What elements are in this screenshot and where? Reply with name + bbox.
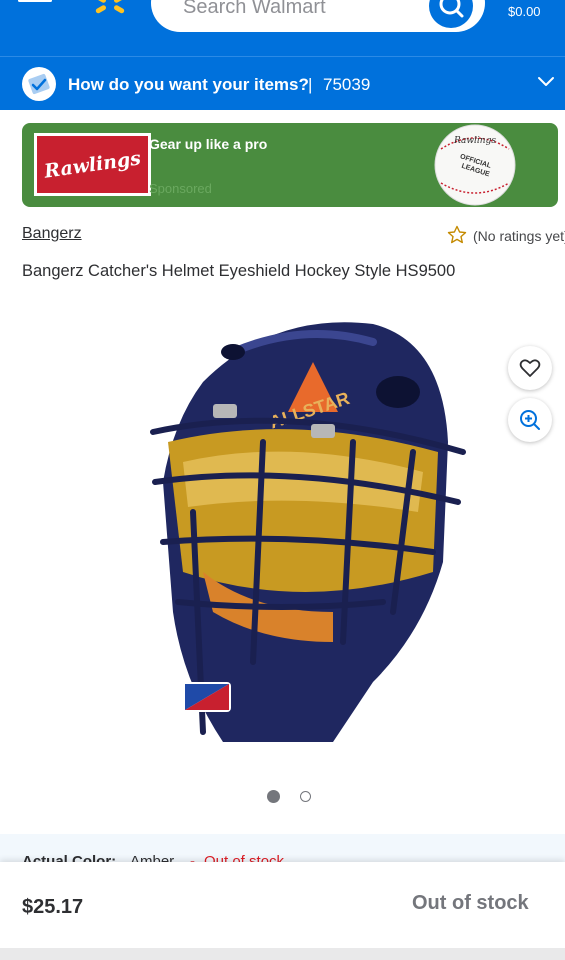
menu-icon[interactable]	[18, 0, 54, 10]
star-icon	[447, 225, 467, 244]
heart-icon	[519, 359, 541, 377]
search-button[interactable]	[429, 0, 473, 28]
carousel-dot-active[interactable]	[267, 790, 280, 803]
cart-total[interactable]: $0.00	[508, 4, 541, 19]
purchase-bar: $25.17 Out of stock	[0, 862, 565, 960]
rawlings-logo: Rawlings	[34, 133, 151, 196]
delivery-separator: |	[308, 75, 313, 94]
delivery-zip: 75039	[323, 75, 371, 94]
product-title: Bangerz Catcher's Helmet Eyeshield Hocke…	[22, 262, 456, 280]
brand-link[interactable]: Bangerz	[22, 225, 82, 243]
svg-text:Rawlings: Rawlings	[453, 136, 496, 146]
zoom-in-icon	[520, 410, 540, 430]
delivery-question: How do you want your items?	[68, 75, 309, 94]
baseball-image: Rawlings OFFICIAL LEAGUE	[434, 124, 516, 206]
sponsored-banner[interactable]: Rawlings Gear up like a pro Sponsored Ra…	[22, 123, 558, 207]
search-input[interactable]: Search Walmart	[151, 0, 485, 32]
product-image[interactable]: ALLSTAR	[93, 312, 493, 762]
top-header: Search Walmart $0.00	[0, 0, 565, 56]
product-page: Search Walmart $0.00 How do you want you…	[0, 0, 565, 960]
chevron-down-icon[interactable]	[537, 76, 555, 88]
delivery-selector[interactable]: How do you want your items? | 75039	[0, 56, 565, 110]
price: $25.17	[22, 896, 84, 918]
zoom-button[interactable]	[508, 398, 552, 442]
sponsored-label: Sponsored	[149, 181, 212, 196]
search-icon	[439, 0, 464, 18]
delivery-icon	[22, 67, 56, 101]
rating-summary[interactable]: (No ratings yet)	[473, 228, 565, 244]
walmart-spark-icon[interactable]	[90, 0, 130, 20]
out-of-stock-button[interactable]: Out of stock	[412, 892, 529, 915]
carousel-dot[interactable]	[300, 791, 311, 802]
favorite-button[interactable]	[508, 346, 552, 390]
banner-title: Gear up like a pro	[149, 136, 268, 152]
home-indicator-area	[0, 948, 565, 960]
search-placeholder: Search Walmart	[183, 0, 326, 18]
